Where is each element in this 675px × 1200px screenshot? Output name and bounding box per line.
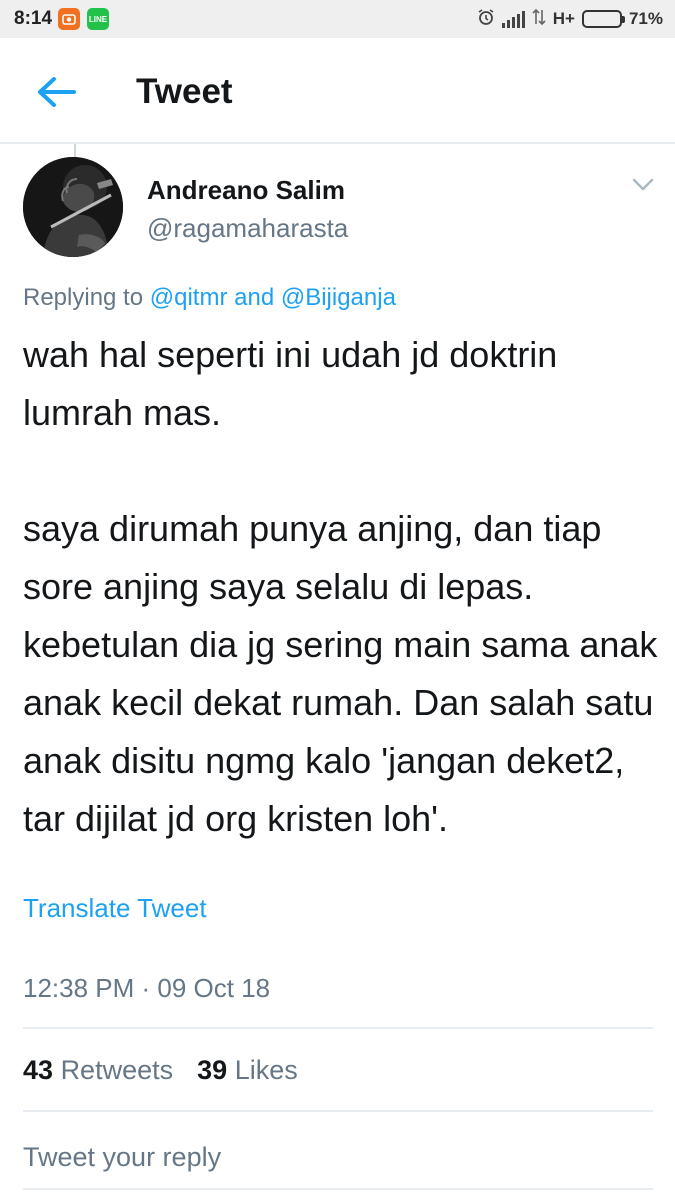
data-transfer-icon bbox=[532, 8, 546, 31]
replying-and: and bbox=[227, 284, 281, 311]
likes-label: Likes bbox=[234, 1055, 298, 1085]
arrow-left-icon[interactable] bbox=[32, 72, 82, 112]
likes-count: 39 bbox=[197, 1055, 228, 1085]
camera-app-icon bbox=[58, 8, 80, 30]
network-type: H+ bbox=[552, 9, 575, 28]
tweet-paragraph: wah hal seperti ini udah jd doktrin lumr… bbox=[23, 334, 558, 433]
mention-link[interactable]: @Bijiganja bbox=[281, 284, 396, 311]
replying-to: Replying to @qitmr and @Bijiganja bbox=[23, 284, 396, 312]
alarm-icon bbox=[477, 8, 495, 31]
page-title: Tweet bbox=[136, 72, 233, 111]
retweets-stat[interactable]: 43 Retweets bbox=[23, 1055, 173, 1086]
chevron-down-icon[interactable] bbox=[630, 176, 656, 194]
status-indicators: H+ 71% bbox=[477, 7, 663, 31]
reply-input[interactable]: Tweet your reply bbox=[23, 1142, 221, 1173]
avatar[interactable] bbox=[23, 157, 123, 257]
battery-percent: 71% bbox=[628, 9, 663, 28]
replying-prefix: Replying to bbox=[23, 284, 150, 311]
avatar-photo bbox=[23, 157, 123, 257]
top-app-bar: Tweet bbox=[0, 38, 675, 144]
tweet-paragraph: saya dirumah punya anjing, dan tiap sore… bbox=[23, 508, 658, 839]
signal-icon bbox=[501, 10, 525, 28]
translate-tweet-link[interactable]: Translate Tweet bbox=[23, 893, 207, 924]
retweets-label: Retweets bbox=[60, 1055, 174, 1085]
divider bbox=[23, 1110, 653, 1112]
divider bbox=[23, 1188, 653, 1190]
likes-stat[interactable]: 39 Likes bbox=[197, 1055, 298, 1086]
tweet-stats: 43 Retweets 39 Likes bbox=[23, 1055, 298, 1086]
line-app-icon: LINE bbox=[87, 8, 109, 30]
tweet-text: wah hal seperti ini udah jd doktrin lumr… bbox=[23, 326, 663, 848]
author-handle[interactable]: @ragamaharasta bbox=[147, 213, 348, 244]
tweet-timestamp: 12:38 PM · 09 Oct 18 bbox=[23, 973, 271, 1003]
retweets-count: 43 bbox=[23, 1055, 54, 1085]
status-bar: 8:14 LINE H+ 71% bbox=[0, 0, 675, 38]
battery-icon bbox=[581, 10, 625, 28]
mention-link[interactable]: @qitmr bbox=[150, 284, 228, 311]
divider bbox=[23, 1027, 653, 1029]
author-name[interactable]: Andreano Salim bbox=[147, 175, 345, 206]
status-time: 8:14 bbox=[14, 8, 53, 29]
